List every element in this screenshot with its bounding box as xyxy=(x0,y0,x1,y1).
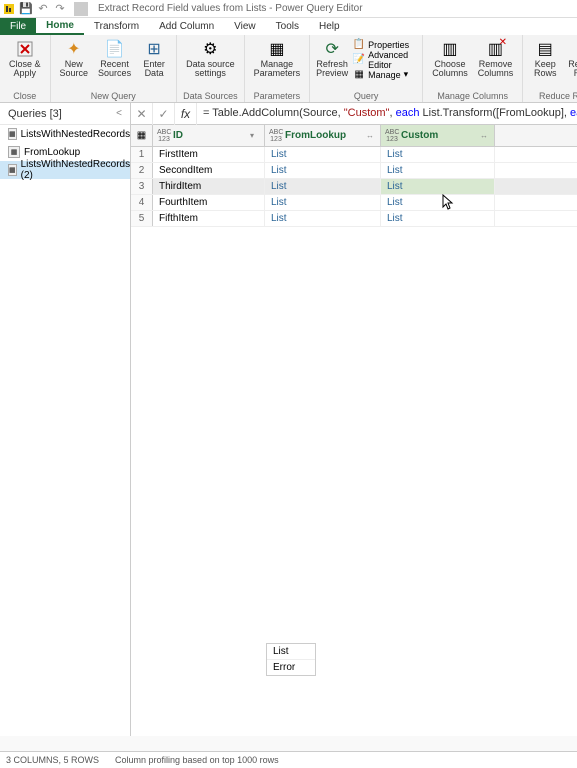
column-header-id[interactable]: ABC123 ID ▾ xyxy=(153,125,265,146)
ribbon-group-close: Close & Apply Close xyxy=(0,35,51,102)
ribbon-group-reduce-rows: ▤ Keep Rows ▤✕ Remove Rows Reduce Rows xyxy=(523,35,577,102)
enter-data-button[interactable]: ⊞ Enter Data xyxy=(136,37,172,90)
status-bar: 3 COLUMNS, 5 ROWS Column profiling based… xyxy=(0,751,577,768)
ribbon-group-new-query: ✦ New Source 📄 Recent Sources ⊞ Enter Da… xyxy=(51,35,178,102)
preview-list[interactable]: List xyxy=(267,644,315,660)
row-number: 3 xyxy=(131,179,153,194)
query-item-label: ListsWithNestedRecords xyxy=(21,129,130,140)
formula-input[interactable]: = Table.AddColumn(Source, "Custom", each… xyxy=(197,107,577,120)
tab-home[interactable]: Home xyxy=(36,18,84,35)
collapse-queries-icon[interactable]: < xyxy=(116,108,122,119)
recent-sources-button[interactable]: 📄 Recent Sources xyxy=(93,37,136,90)
filter-dropdown-icon[interactable]: ▾ xyxy=(250,131,260,140)
row-number: 1 xyxy=(131,147,153,162)
app-icon xyxy=(2,2,16,16)
save-icon[interactable]: 💾 xyxy=(19,2,33,16)
table-icon: ▦ xyxy=(8,164,17,176)
row-number: 4 xyxy=(131,195,153,210)
ribbon: Close & Apply Close ✦ New Source 📄 Recen… xyxy=(0,35,577,103)
row-number: 5 xyxy=(131,211,153,226)
ribbon-group-data-sources: ⚙ Data source settings Data Sources xyxy=(177,35,245,102)
queries-count: Queries [3] xyxy=(8,108,62,120)
table-row[interactable]: 1FirstItemListList xyxy=(131,147,577,163)
cell-fromlookup[interactable]: List xyxy=(265,147,381,162)
column-name: FromLookup xyxy=(285,130,364,141)
column-name: ID xyxy=(173,130,248,141)
cell-preview-panel: List Error xyxy=(266,643,316,676)
cell-custom[interactable]: List xyxy=(381,179,495,194)
row-number: 2 xyxy=(131,163,153,178)
table-icon: ▦ xyxy=(8,146,20,158)
expand-icon[interactable]: ↔ xyxy=(366,131,376,140)
title-bar: 💾 ↶ ↷ Extract Record Field values from L… xyxy=(0,0,577,18)
remove-rows-button[interactable]: ▤✕ Remove Rows xyxy=(563,37,577,90)
query-item-label: ListsWithNestedRecords (2) xyxy=(21,159,130,181)
tab-view[interactable]: View xyxy=(224,18,266,35)
table-row[interactable]: 5FifthItemListList xyxy=(131,211,577,227)
table-row[interactable]: 2SecondItemListList xyxy=(131,163,577,179)
expand-icon[interactable]: ↔ xyxy=(480,131,490,140)
type-icon: ABC123 xyxy=(385,129,399,143)
query-item-label: FromLookup xyxy=(24,147,80,158)
tab-add-column[interactable]: Add Column xyxy=(149,18,224,35)
query-item-3[interactable]: ▦ ListsWithNestedRecords (2) xyxy=(0,161,130,179)
close-apply-button[interactable]: Close & Apply xyxy=(4,37,46,90)
advanced-editor-button[interactable]: 📝Advanced Editor xyxy=(350,52,418,67)
ribbon-group-manage-columns: ▥ Choose Columns ▥✕ Remove Columns Manag… xyxy=(423,35,523,102)
cell-custom[interactable]: List xyxy=(381,163,495,178)
query-item-1[interactable]: ▦ ListsWithNestedRecords xyxy=(0,125,130,143)
undo-icon[interactable]: ↶ xyxy=(36,2,50,16)
cancel-formula-button[interactable]: ✕ xyxy=(131,103,153,125)
table-row[interactable]: 4FourthItemListList xyxy=(131,195,577,211)
tab-transform[interactable]: Transform xyxy=(84,18,149,35)
commit-formula-button[interactable]: ✓ xyxy=(153,103,175,125)
cell-id[interactable]: FourthItem xyxy=(153,195,265,210)
cell-fromlookup[interactable]: List xyxy=(265,179,381,194)
window-title: Extract Record Field values from Lists -… xyxy=(98,3,363,14)
formula-bar: ✕ ✓ fx = Table.AddColumn(Source, "Custom… xyxy=(131,103,577,125)
status-profiling: Column profiling based on top 1000 rows xyxy=(115,755,279,765)
type-icon: ABC123 xyxy=(269,129,283,143)
manage-parameters-button[interactable]: ▦ Manage Parameters xyxy=(249,37,306,90)
table-icon: ▦ xyxy=(8,128,17,140)
cell-fromlookup[interactable]: List xyxy=(265,211,381,226)
tab-file[interactable]: File xyxy=(0,18,36,35)
column-header-custom[interactable]: ABC123 Custom ↔ xyxy=(381,125,495,146)
type-icon: ABC123 xyxy=(157,129,171,143)
new-source-button[interactable]: ✦ New Source xyxy=(55,37,94,90)
refresh-preview-button[interactable]: ⟳ Refresh Preview xyxy=(314,37,350,90)
cell-custom[interactable]: List xyxy=(381,211,495,226)
queries-header: Queries [3] < xyxy=(0,103,130,125)
data-grid: ▦ ABC123 ID ▾ ABC123 FromLookup ↔ ABC123… xyxy=(131,125,577,736)
cell-id[interactable]: SecondItem xyxy=(153,163,265,178)
cell-fromlookup[interactable]: List xyxy=(265,195,381,210)
tab-tools[interactable]: Tools xyxy=(266,18,309,35)
manage-query-button[interactable]: ▦Manage ▾ xyxy=(350,67,418,82)
keep-rows-button[interactable]: ▤ Keep Rows xyxy=(527,37,563,90)
status-columns-rows: 3 COLUMNS, 5 ROWS xyxy=(6,755,99,765)
column-header-fromlookup[interactable]: ABC123 FromLookup ↔ xyxy=(265,125,381,146)
grid-header: ▦ ABC123 ID ▾ ABC123 FromLookup ↔ ABC123… xyxy=(131,125,577,147)
queries-pane: Queries [3] < ▦ ListsWithNestedRecords ▦… xyxy=(0,103,131,736)
ribbon-group-parameters: ▦ Manage Parameters Parameters xyxy=(245,35,311,102)
cell-id[interactable]: FirstItem xyxy=(153,147,265,162)
fx-button[interactable]: fx xyxy=(175,103,197,125)
choose-columns-button[interactable]: ▥ Choose Columns xyxy=(427,37,473,90)
cell-custom[interactable]: List xyxy=(381,147,495,162)
preview-error[interactable]: Error xyxy=(267,660,315,675)
ribbon-group-query: ⟳ Refresh Preview 📋Properties 📝Advanced … xyxy=(310,35,423,102)
table-row[interactable]: 3ThirdItemListList xyxy=(131,179,577,195)
quick-access-toolbar: 💾 ↶ ↷ xyxy=(0,2,92,16)
redo-icon[interactable]: ↷ xyxy=(53,2,67,16)
cell-id[interactable]: ThirdItem xyxy=(153,179,265,194)
cell-fromlookup[interactable]: List xyxy=(265,163,381,178)
remove-columns-button[interactable]: ▥✕ Remove Columns xyxy=(473,37,519,90)
cell-custom[interactable]: List xyxy=(381,195,495,210)
ribbon-tabs: File Home Transform Add Column View Tool… xyxy=(0,18,577,35)
tab-help[interactable]: Help xyxy=(309,18,350,35)
data-source-settings-button[interactable]: ⚙ Data source settings xyxy=(181,37,240,90)
column-name: Custom xyxy=(401,130,478,141)
cell-id[interactable]: FifthItem xyxy=(153,211,265,226)
table-corner-button[interactable]: ▦ xyxy=(131,125,153,146)
